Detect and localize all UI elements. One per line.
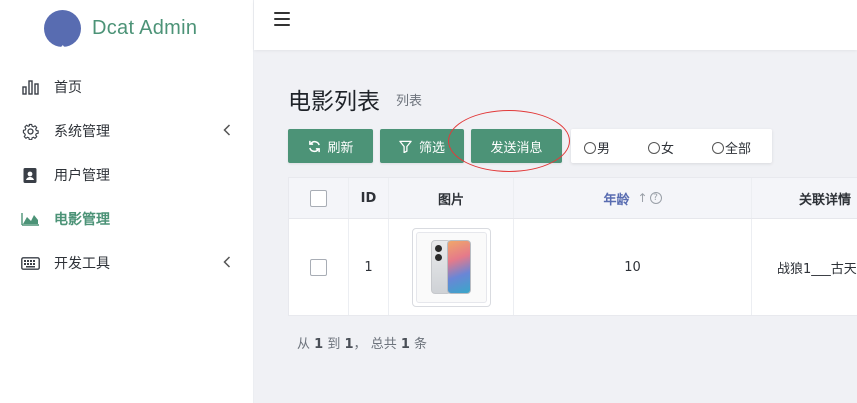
pager-total: 1: [400, 337, 410, 352]
row-checkbox-cell: [289, 219, 349, 315]
keyboard-icon: [20, 253, 40, 273]
column-header-related: 关联详情: [799, 192, 852, 208]
select-all-checkbox[interactable]: [310, 189, 327, 207]
filter-button[interactable]: 筛选: [380, 129, 464, 163]
sidebar-item-movies[interactable]: 电影管理: [0, 197, 254, 241]
pager-unit: 条: [414, 337, 428, 352]
area-chart-icon: [20, 209, 40, 229]
pager-to-word: 到: [327, 337, 341, 352]
pager-prefix: 从: [297, 337, 311, 352]
radio-circle: [712, 141, 724, 154]
sidebar-item-system[interactable]: 系统管理: [0, 109, 254, 153]
radio-all[interactable]: 全部: [712, 138, 751, 157]
pager-from: 1: [314, 337, 324, 352]
sidebar-item-devtools[interactable]: 开发工具: [0, 241, 254, 285]
brand-name: Dcat Admin: [92, 17, 198, 39]
radio-male[interactable]: 男: [584, 138, 610, 157]
page-title: 电影列表: [288, 89, 380, 115]
cell-id: 1: [349, 219, 389, 315]
send-message-button[interactable]: 发送消息: [471, 129, 562, 163]
sidebar-item-home[interactable]: 首页: [0, 65, 254, 109]
sidebar-item-label: 电影管理: [54, 212, 110, 228]
data-table: ID 图片 年龄 ↑ ? 关联详情 1 10 战狼1___古天: [288, 177, 857, 316]
sidebar-menu: 首页 系统管理 用户管理 电影管理 开发工具: [0, 65, 254, 285]
movie-thumbnail[interactable]: [411, 228, 491, 307]
header-checkbox-cell: [289, 178, 349, 218]
table-row: 1 10 战狼1___古天: [289, 219, 857, 315]
refresh-label: 刷新: [327, 140, 354, 156]
sidebar-item-label: 开发工具: [54, 256, 110, 272]
refresh-icon: [307, 139, 321, 153]
sidebar-item-users[interactable]: 用户管理: [0, 153, 254, 197]
menu-toggle-icon[interactable]: [274, 11, 290, 27]
phone-front-shape: [446, 240, 471, 294]
cell-age: 10: [514, 219, 752, 315]
pager-sep: ，: [353, 337, 367, 352]
radio-label: 女: [661, 142, 675, 157]
sort-arrow-icon[interactable]: ↑: [637, 191, 647, 205]
gender-radio-group: 男 女 全部: [571, 129, 772, 163]
row-checkbox[interactable]: [310, 259, 327, 276]
pagination-summary: 从 1 到 1， 总共 1 条: [297, 333, 427, 352]
refresh-button[interactable]: 刷新: [288, 129, 373, 163]
column-header-id[interactable]: ID: [349, 178, 389, 218]
help-icon[interactable]: ?: [649, 192, 662, 204]
age-header-text: 年龄: [603, 192, 630, 208]
filter-label: 筛选: [418, 140, 445, 156]
radio-label: 全部: [725, 142, 752, 157]
radio-female[interactable]: 女: [648, 138, 674, 157]
pager-total-word: 总共: [370, 337, 397, 352]
chevron-left-icon: [220, 255, 234, 269]
column-header-age[interactable]: 年龄 ↑ ?: [514, 178, 752, 218]
filter-icon: [399, 139, 413, 153]
page-subtitle: 列表: [396, 94, 423, 109]
send-message-label: 发送消息: [490, 140, 543, 156]
bar-chart-icon: [20, 77, 40, 97]
sidebar-item-label: 系统管理: [54, 124, 110, 140]
table-header: ID 图片 年龄 ↑ ? 关联详情: [289, 178, 857, 219]
sidebar: Dcat Admin 首页 系统管理 用户管理 电影管理 开发工具: [0, 0, 254, 403]
cell-image: [389, 219, 514, 315]
column-header-image: 图片: [389, 178, 514, 218]
radio-label: 男: [597, 142, 611, 157]
phone-image: [415, 232, 487, 303]
age-header-label[interactable]: 年龄 ↑ ?: [603, 189, 662, 208]
sidebar-item-label: 首页: [54, 80, 82, 96]
brand-logo: [44, 10, 81, 47]
pager-to: 1: [344, 337, 354, 352]
cell-related: 战狼1___古天: [777, 262, 857, 277]
brand[interactable]: Dcat Admin: [44, 10, 197, 47]
top-navbar: [254, 0, 857, 50]
contact-book-icon: [20, 165, 40, 185]
radio-circle: [648, 141, 660, 154]
sidebar-item-label: 用户管理: [54, 168, 110, 184]
radio-circle: [584, 141, 596, 154]
chevron-left-icon: [220, 123, 234, 137]
gear-icon: [20, 121, 40, 141]
